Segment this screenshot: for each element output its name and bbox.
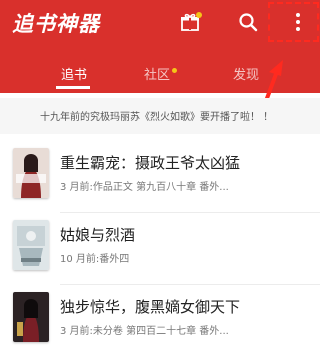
list-divider <box>60 284 320 285</box>
announcement-text: 十九年前的究极玛丽苏《烈火如歌》要开播了啦！ ！ <box>40 112 274 123</box>
book-title: 独步惊华，腹黑嫡女御天下 <box>60 298 241 316</box>
book-cover <box>13 220 49 270</box>
book-update-info: 3 月前:作品正文 第九百八十章 番外... <box>60 182 229 193</box>
book-item[interactable]: 姑娘与烈酒 10 月前:番外四 <box>0 220 320 284</box>
book-update-info: 10 月前:番外四 <box>60 254 130 265</box>
book-update-info: 3 月前:未分卷 第四百二十七章 番外... <box>60 326 229 337</box>
book-cover <box>13 292 49 342</box>
announcement-banner[interactable]: 十九年前的究极玛丽苏《烈火如歌》要开播了啦！ ！ <box>0 98 320 134</box>
book-item[interactable]: 重生霸宠：摄政王爷太凶猛 3 月前:作品正文 第九百八十章 番外... <box>0 148 320 212</box>
book-item[interactable]: 独步惊华，腹黑嫡女御天下 3 月前:未分卷 第四百二十七章 番外... <box>0 292 320 351</box>
book-title: 姑娘与烈酒 <box>60 226 136 244</box>
book-title: 重生霸宠：摄政王爷太凶猛 <box>60 154 241 172</box>
list-divider <box>60 212 320 213</box>
book-cover <box>13 148 49 198</box>
